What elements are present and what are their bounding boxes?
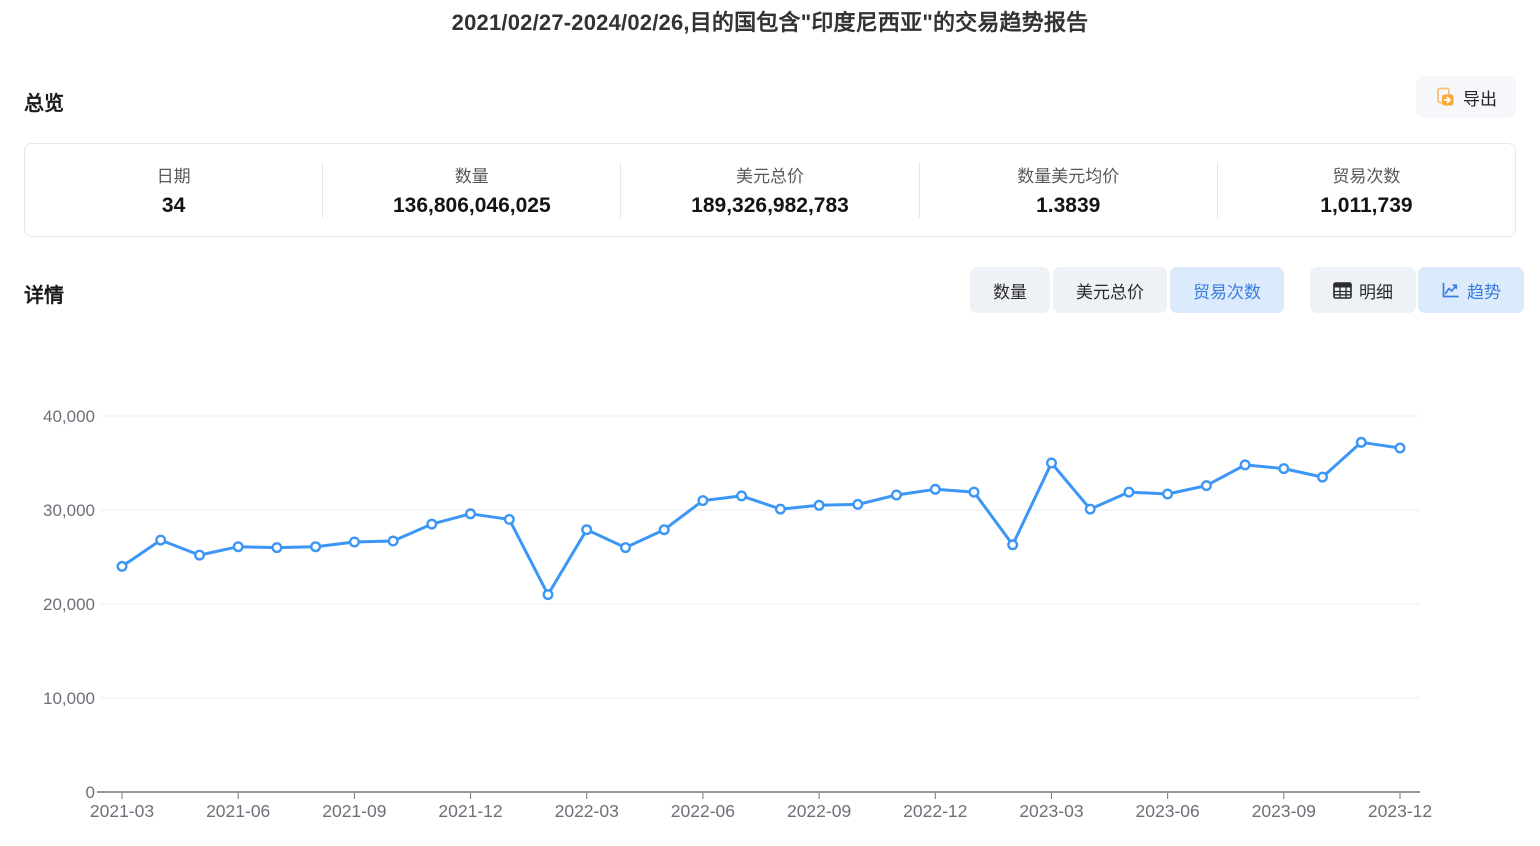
x-axis-label: 2023-03 [1019, 801, 1083, 821]
y-axis-label: 40,000 [43, 407, 95, 426]
stat-label: 数量 [455, 162, 489, 187]
data-point-2021-04[interactable] [156, 536, 165, 545]
data-point-2023-08[interactable] [1241, 461, 1250, 470]
table-icon [1333, 282, 1352, 299]
view-tab-group: 明细 趋势 [1310, 267, 1524, 313]
data-point-2022-12[interactable] [931, 485, 940, 494]
x-axis-label: 2021-09 [322, 801, 386, 821]
data-point-2021-10[interactable] [389, 537, 398, 546]
data-point-2023-12[interactable] [1396, 444, 1405, 453]
data-point-2021-08[interactable] [311, 542, 320, 551]
data-point-2021-07[interactable] [273, 543, 282, 552]
y-axis-label: 30,000 [43, 501, 95, 520]
data-point-2023-10[interactable] [1318, 473, 1327, 482]
stat-date: 日期 34 [25, 144, 322, 236]
data-point-2022-03[interactable] [582, 525, 591, 534]
line-chart-icon [1441, 282, 1460, 299]
tab-trend-view[interactable]: 趋势 [1418, 267, 1524, 313]
stat-label: 数量美元均价 [1017, 162, 1119, 187]
export-document-icon [1435, 87, 1455, 107]
x-axis-label: 2021-12 [438, 801, 502, 821]
stat-avg-usd-price: 数量美元均价 1.3839 [920, 144, 1217, 236]
trend-series-line [122, 442, 1400, 594]
x-axis-label: 2022-09 [787, 801, 851, 821]
data-point-2023-09[interactable] [1280, 464, 1289, 473]
stat-label: 日期 [157, 162, 191, 187]
tab-quantity[interactable]: 数量 [970, 267, 1050, 313]
data-point-2022-04[interactable] [621, 543, 630, 552]
overview-heading: 总览 [24, 87, 64, 116]
y-axis-label: 0 [86, 783, 95, 802]
stat-value: 189,326,982,783 [691, 194, 849, 218]
trend-report-page: 2021/02/27-2024/02/26,目的国包含"印度尼西亚"的交易趋势报… [0, 0, 1540, 846]
stat-label: 美元总价 [736, 162, 804, 187]
tab-label: 趋势 [1467, 278, 1501, 303]
stat-usd-total: 美元总价 189,326,982,783 [621, 144, 918, 236]
stat-value: 136,806,046,025 [393, 194, 551, 218]
trend-line-chart[interactable]: 0 10,000 20,000 30,000 40,000 2021-03 2021-06 2… [0, 370, 1540, 846]
tab-detail-view[interactable]: 明细 [1310, 267, 1416, 313]
data-point-2022-05[interactable] [660, 525, 669, 534]
tab-label: 数量 [993, 278, 1027, 303]
data-point-2022-09[interactable] [815, 501, 824, 510]
tab-label: 明细 [1359, 278, 1393, 303]
data-point-2023-07[interactable] [1202, 481, 1211, 490]
page-title: 2021/02/27-2024/02/26,目的国包含"印度尼西亚"的交易趋势报… [0, 5, 1540, 37]
data-point-2022-11[interactable] [892, 491, 901, 500]
stat-label: 贸易次数 [1332, 162, 1400, 187]
stat-quantity: 数量 136,806,046,025 [323, 144, 620, 236]
data-point-2022-08[interactable] [776, 505, 785, 514]
overview-stats-panel: 日期 34 数量 136,806,046,025 美元总价 189,326,98… [24, 143, 1516, 237]
tab-label: 贸易次数 [1193, 278, 1261, 303]
data-point-2023-06[interactable] [1163, 490, 1172, 499]
data-point-2021-03[interactable] [118, 562, 127, 571]
x-axis-label: 2023-12 [1368, 801, 1432, 821]
data-point-2022-10[interactable] [854, 500, 863, 509]
data-point-2022-02[interactable] [544, 590, 553, 599]
details-heading: 详情 [24, 279, 64, 308]
stat-value: 34 [162, 194, 185, 218]
y-axis-label: 10,000 [43, 689, 95, 708]
tab-trade-count[interactable]: 贸易次数 [1170, 267, 1284, 313]
data-point-2023-02[interactable] [1008, 541, 1017, 550]
data-point-2023-01[interactable] [970, 488, 979, 497]
data-point-2023-03[interactable] [1047, 459, 1056, 468]
stat-value: 1.3839 [1036, 194, 1100, 218]
stat-trade-count: 贸易次数 1,011,739 [1218, 144, 1515, 236]
details-tabs-row: 数量 美元总价 贸易次数 明细 [970, 267, 1524, 313]
x-axis-label: 2023-06 [1136, 801, 1200, 821]
x-axis-label: 2021-06 [206, 801, 270, 821]
data-point-2021-11[interactable] [428, 520, 437, 529]
x-axis-label: 2021-03 [90, 801, 154, 821]
data-point-2023-04[interactable] [1086, 505, 1095, 514]
data-point-2022-01[interactable] [505, 515, 514, 524]
data-point-2021-06[interactable] [234, 542, 243, 551]
data-point-2021-09[interactable] [350, 538, 359, 547]
x-axis-label: 2022-12 [903, 801, 967, 821]
data-point-2023-05[interactable] [1125, 488, 1134, 497]
data-point-2022-07[interactable] [737, 492, 746, 501]
tab-usd-total[interactable]: 美元总价 [1053, 267, 1167, 313]
x-axis-label: 2022-06 [671, 801, 735, 821]
data-point-2021-12[interactable] [466, 510, 475, 519]
export-button-label: 导出 [1463, 85, 1497, 110]
x-axis-label: 2023-09 [1252, 801, 1316, 821]
tab-label: 美元总价 [1076, 278, 1144, 303]
x-axis-label: 2022-03 [555, 801, 619, 821]
y-axis-label: 20,000 [43, 595, 95, 614]
data-point-2021-05[interactable] [195, 551, 204, 560]
stat-value: 1,011,739 [1320, 194, 1412, 218]
metric-tab-group: 数量 美元总价 贸易次数 [970, 267, 1284, 313]
data-point-2023-11[interactable] [1357, 438, 1366, 447]
export-button[interactable]: 导出 [1416, 76, 1516, 118]
data-point-2022-06[interactable] [699, 496, 708, 505]
